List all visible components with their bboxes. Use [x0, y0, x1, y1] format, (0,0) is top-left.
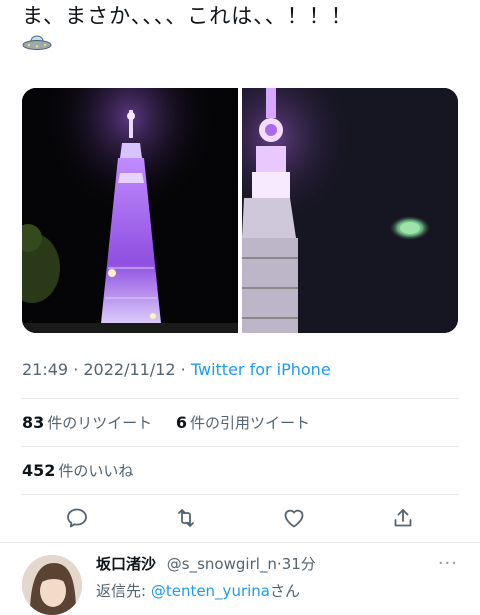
- avatar-image: [22, 555, 82, 615]
- reply-header: 坂口渚沙 @s_snowgirl_n·31分: [96, 553, 316, 574]
- likes-count: 452: [22, 461, 56, 480]
- retweets-stat[interactable]: 83 件のリツイート: [22, 413, 153, 432]
- reply-icon: [67, 508, 87, 528]
- divider: [22, 446, 458, 447]
- reply-to-mention[interactable]: @tenten_yurina: [151, 582, 270, 600]
- more-options-icon[interactable]: ···: [438, 553, 458, 574]
- tower-illustration: [22, 88, 238, 333]
- retweet-icon: [177, 509, 194, 527]
- reply-tweet[interactable]: 坂口渚沙 @s_snowgirl_n·31分 ··· 返信先: @tenten_…: [0, 543, 480, 615]
- tower-closeup-illustration: [242, 88, 458, 333]
- reply-to-suffix: さん: [269, 582, 300, 600]
- tweet-text: ま、まさか、、、、これは、、！！！: [22, 4, 353, 28]
- divider: [22, 398, 458, 399]
- reply-author-name[interactable]: 坂口渚沙: [96, 555, 156, 573]
- reply-to-line: 返信先: @tenten_yurinaさん: [96, 580, 300, 601]
- tweet-timestamp: 21:49 · 2022/11/12 · Twitter for iPhone: [22, 360, 331, 379]
- tweet-source-link[interactable]: Twitter for iPhone: [191, 360, 331, 379]
- likes-stat[interactable]: 452 件のいいね: [22, 460, 133, 481]
- retweet-quote-stats: 83 件のリツイート 6 件の引用ツイート: [22, 412, 310, 433]
- tweet-date[interactable]: 2022/11/12: [83, 360, 175, 379]
- quotes-label: 件の引用ツイート: [189, 414, 310, 432]
- like-icon: [284, 509, 304, 528]
- reply-button[interactable]: [64, 505, 90, 531]
- share-button[interactable]: [390, 505, 416, 531]
- meta-separator: ·: [175, 360, 191, 379]
- likes-label: 件のいいね: [58, 462, 134, 480]
- retweet-button[interactable]: [173, 505, 199, 531]
- tweet-media[interactable]: [22, 88, 458, 333]
- photo-tower-closeup[interactable]: [242, 88, 458, 333]
- divider: [22, 494, 458, 495]
- reply-author-handle[interactable]: @s_snowgirl_n: [167, 555, 277, 573]
- tweet-time: 21:49: [22, 360, 69, 379]
- avatar[interactable]: [22, 555, 82, 615]
- tweet-action-bar: [22, 505, 458, 535]
- meta-separator: ·: [68, 360, 84, 379]
- ufo-emoji-icon: [22, 35, 52, 50]
- quotes-stat[interactable]: 6 件の引用ツイート: [175, 413, 310, 432]
- retweets-count: 83: [22, 413, 45, 432]
- reply-age[interactable]: 31分: [282, 555, 316, 573]
- photo-tower-full[interactable]: [22, 88, 238, 333]
- share-icon: [394, 509, 412, 527]
- quotes-count: 6: [175, 413, 187, 432]
- retweets-label: 件のリツイート: [47, 414, 153, 432]
- like-button[interactable]: [281, 505, 307, 531]
- reply-to-prefix: 返信先:: [96, 582, 151, 600]
